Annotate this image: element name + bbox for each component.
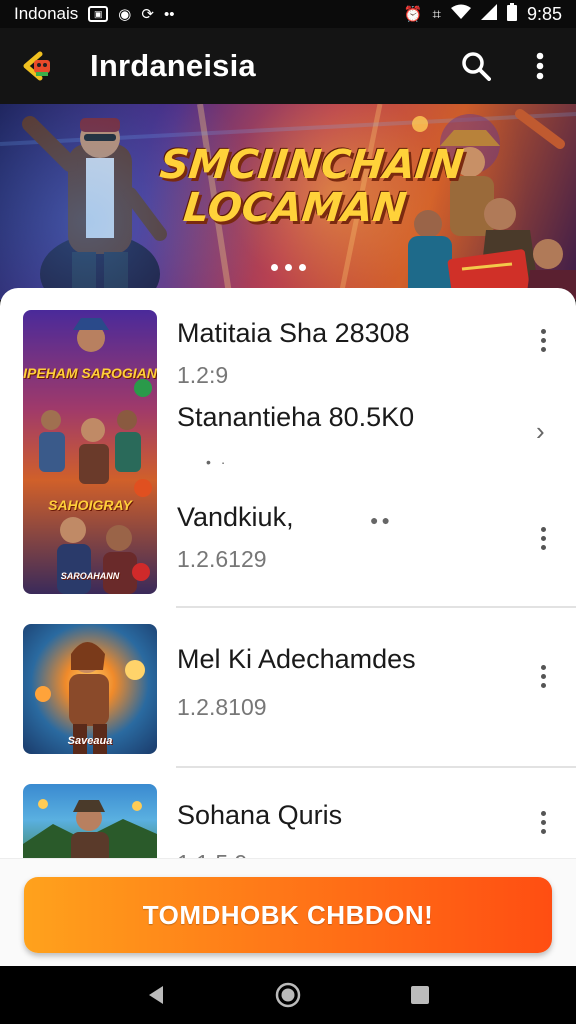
back-triangle-icon[interactable] <box>136 975 176 1015</box>
cell-signal-icon <box>480 3 497 25</box>
game-title[interactable]: Sohana Quris <box>177 800 342 831</box>
thumbnail-title: SAROAHANN <box>60 571 120 581</box>
game-version: 1.2.6129 <box>177 546 267 572</box>
carousel-dot[interactable] <box>270 264 278 271</box>
game-thumbnail[interactable]: Saveaua <box>23 624 157 754</box>
carousel-indicator <box>0 264 576 271</box>
chevron-right-icon[interactable]: › <box>536 416 545 447</box>
app-title: Inrdaneisia <box>90 48 256 83</box>
loading-indicator: ●● <box>370 512 393 528</box>
banner-headline-line1: SMCIINCHAIN <box>157 142 466 188</box>
loading-indicator: • · <box>206 454 229 470</box>
app-bar: Inrdaneisia <box>0 28 576 104</box>
back-icon[interactable] <box>18 46 58 86</box>
more-options-icon[interactable] <box>531 804 555 840</box>
clock: 9:85 <box>526 3 562 24</box>
game-title[interactable]: Mel Ki Adechamdes <box>177 644 416 675</box>
thumbnail-title: IPEHAM SAROGIAN <box>23 365 157 381</box>
recents-square-icon[interactable] <box>400 975 440 1015</box>
home-circle-icon[interactable] <box>268 975 308 1015</box>
game-title[interactable]: Vandkiuk, <box>177 502 294 533</box>
thumbnail-title: Saveaua <box>67 735 113 747</box>
game-thumbnail[interactable] <box>23 784 157 858</box>
overflow-menu-icon[interactable] <box>522 48 558 84</box>
search-icon[interactable] <box>458 48 494 84</box>
cta-button[interactable]: TOMDHOBK CHBDON! <box>24 877 552 953</box>
more-options-icon[interactable] <box>531 658 555 694</box>
game-version: 1.2.8109 <box>177 694 267 720</box>
list-divider <box>176 766 576 768</box>
carrier-name: Indonais <box>14 4 79 23</box>
game-title[interactable]: Matitaia Sha 28308 <box>177 318 410 349</box>
image-icon: ▣ <box>88 6 109 22</box>
game-version: 1.1.5:9 <box>177 850 247 858</box>
banner-headline: SMCIINCHAIN LOCAMAN <box>157 142 466 232</box>
cta-container: TOMDHOBK CHBDON! <box>0 858 576 966</box>
more-options-icon[interactable] <box>531 520 555 556</box>
game-list: IPEHAM SAROGIAN SAHOIGRAY SAROAHANN Mati… <box>0 288 576 858</box>
banner-headline-line2: LOCAMAN <box>181 185 409 232</box>
hero-banner[interactable]: SMCIINCHAIN LOCAMAN <box>0 104 576 300</box>
thumbnail-title: SAHOIGRAY <box>48 497 132 513</box>
game-version: 1.2:9 <box>177 362 229 388</box>
game-subtitle[interactable]: Stanantieha 80.5K0 <box>177 402 414 433</box>
list-divider <box>176 606 576 608</box>
status-bar: Indonais ▣ ◉ ⟳ •• ⏰ ⌗ 9:85 <box>0 0 576 28</box>
circle-icon: ◉ <box>118 6 132 23</box>
game-thumbnail[interactable]: IPEHAM SAROGIAN SAHOIGRAY SAROAHANN <box>23 310 157 594</box>
carousel-dot[interactable] <box>298 264 306 271</box>
more-options-icon[interactable] <box>531 322 555 358</box>
carousel-dot[interactable] <box>284 264 292 271</box>
sync-icon: ⟳ <box>141 6 154 23</box>
wifi-icon <box>450 4 471 25</box>
more-dots-icon: •• <box>163 5 175 23</box>
system-nav-bar <box>0 966 576 1024</box>
battery-icon <box>506 2 517 26</box>
alarm-icon: ⏰ <box>403 6 423 23</box>
signal-icon: ⌗ <box>432 5 441 23</box>
